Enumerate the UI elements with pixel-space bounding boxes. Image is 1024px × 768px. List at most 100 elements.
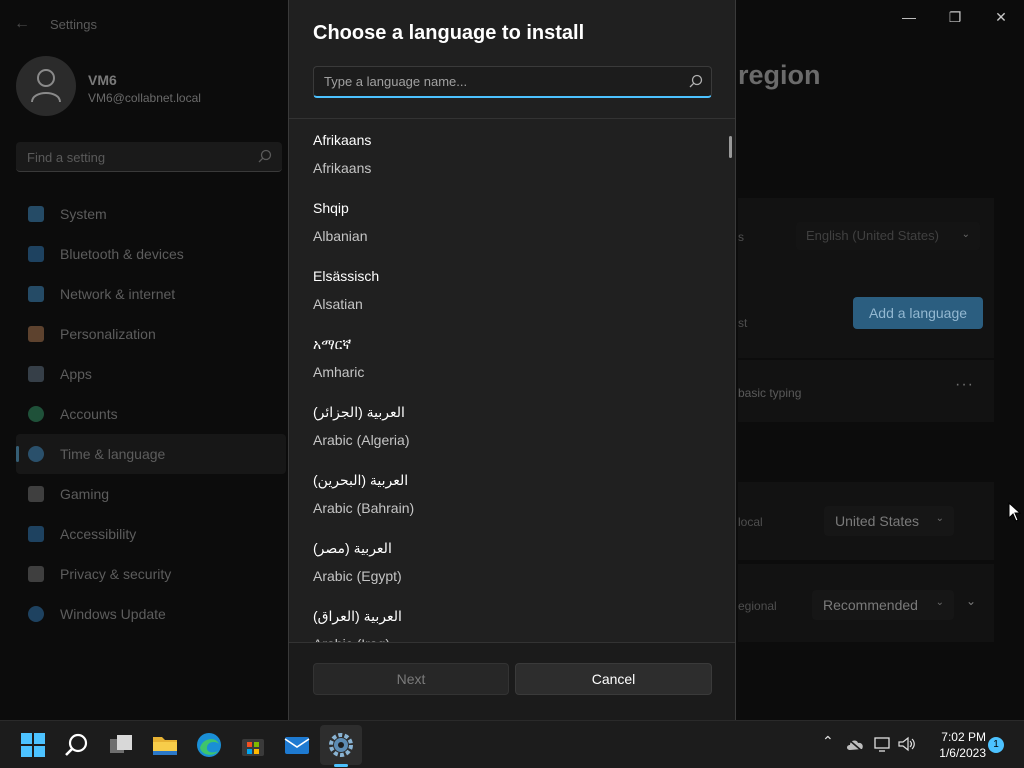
display-language-dropdown[interactable]: English (United States) ⌄	[796, 222, 980, 250]
sidebar-item-network-internet[interactable]: Network & internet	[16, 274, 286, 314]
app-title: Settings	[50, 17, 97, 32]
sidebar-item-label: Time & language	[60, 446, 166, 462]
language-english-name: Arabic (Bahrain)	[313, 500, 415, 516]
active-app-indicator	[334, 764, 348, 767]
language-english-name: Alsatian	[313, 296, 363, 312]
user-profile[interactable]: VM6 VM6@collabnet.local	[16, 56, 286, 120]
more-options-icon[interactable]: ···	[955, 376, 974, 394]
selection-indicator	[16, 446, 19, 462]
language-native-name: العربية (البحرين)	[313, 472, 409, 488]
scrollbar-thumb[interactable]	[729, 136, 732, 158]
store-icon[interactable]	[240, 732, 266, 758]
language-native-name: Afrikaans	[313, 132, 372, 148]
settings-search-placeholder: Find a setting	[27, 150, 106, 165]
language-native-name: العربية (مصر)	[313, 540, 392, 556]
language-list-item[interactable]: العربية (العراق)Arabic (Iraq)	[289, 595, 735, 642]
language-native-name: Shqip	[313, 200, 349, 216]
country-label: local	[738, 515, 763, 529]
start-icon[interactable]	[20, 732, 46, 758]
language-english-name: Albanian	[313, 228, 368, 244]
sidebar-item-windows-update[interactable]: Windows Update	[16, 594, 286, 634]
file-explorer-icon[interactable]	[152, 732, 178, 758]
sidebar-item-privacy-security[interactable]: Privacy & security	[16, 554, 286, 594]
apps-icon	[28, 366, 44, 382]
wifi-icon	[28, 286, 44, 302]
globe-clock-icon	[28, 446, 44, 462]
language-row-text: basic typing	[738, 386, 802, 400]
sidebar-item-personalization[interactable]: Personalization	[16, 314, 286, 354]
language-native-name: العربية (الجزائر)	[313, 404, 405, 420]
sidebar-item-label: Windows Update	[60, 606, 166, 622]
edge-icon[interactable]	[196, 732, 222, 758]
clock-date[interactable]: 1/6/2023	[920, 746, 986, 760]
sidebar-item-accounts[interactable]: Accounts	[16, 394, 286, 434]
language-list-item[interactable]: العربية (الجزائر) Arabic (Algeria)	[289, 391, 735, 459]
country-dropdown[interactable]: United States ⌄	[824, 506, 954, 536]
task-view-icon[interactable]	[108, 732, 134, 758]
language-list-item[interactable]: አማርኛ Amharic	[289, 323, 735, 391]
language-list-item[interactable]: Shqip Albanian	[289, 187, 735, 255]
chevron-up-icon[interactable]: ⌃	[822, 733, 834, 750]
chevron-down-icon: ⌄	[935, 597, 944, 608]
notification-badge[interactable]: 1	[988, 737, 1004, 753]
monitor-icon	[28, 206, 44, 222]
page-title: region	[738, 60, 821, 90]
sidebar-nav: System Bluetooth & devices Network & inter…	[16, 194, 286, 634]
user-name: VM6	[88, 72, 117, 88]
chevron-down-icon: ⌄	[935, 513, 944, 524]
next-button[interactable]: Next	[313, 663, 509, 695]
sidebar-item-bluetooth-devices[interactable]: Bluetooth & devices	[16, 234, 286, 274]
settings-search-input[interactable]: Find a setting	[16, 142, 282, 172]
language-list-item[interactable]: Afrikaans Afrikaans	[289, 119, 735, 187]
volume-icon[interactable]	[898, 736, 916, 752]
language-list-item[interactable]: العربية (مصر) Arabic (Egypt)	[289, 527, 735, 595]
mail-icon[interactable]	[284, 732, 310, 758]
cancel-button[interactable]: Cancel	[515, 663, 712, 695]
onedrive-icon[interactable]	[846, 738, 864, 752]
close-button[interactable]: ✕	[988, 8, 1014, 26]
regional-format-label: egional	[738, 599, 777, 613]
language-native-name: العربية (العراق)	[313, 608, 402, 624]
language-english-name: Afrikaans	[313, 160, 372, 176]
user-email: VM6@collabnet.local	[88, 91, 201, 105]
sidebar-item-time-language[interactable]: Time & language	[16, 434, 286, 474]
sidebar-item-label: Bluetooth & devices	[60, 246, 184, 262]
sidebar-item-gaming[interactable]: Gaming	[16, 474, 286, 514]
sidebar-item-label: Gaming	[60, 486, 110, 502]
search-icon[interactable]	[64, 732, 90, 758]
person-icon	[28, 406, 44, 422]
regional-format-dropdown[interactable]: Recommended ⌄	[812, 590, 954, 620]
language-english-name: Arabic (Egypt)	[313, 568, 402, 584]
language-search-input[interactable]	[313, 66, 712, 98]
sidebar-item-accessibility[interactable]: Accessibility	[16, 514, 286, 554]
sidebar-item-apps[interactable]: Apps	[16, 354, 286, 394]
gamepad-icon	[28, 486, 44, 502]
add-language-button[interactable]: Add a language	[853, 297, 983, 329]
avatar	[16, 56, 76, 116]
brush-icon	[28, 326, 44, 342]
sidebar-item-label: Accessibility	[60, 526, 137, 542]
clock-time[interactable]: 7:02 PM	[920, 730, 986, 744]
back-arrow-icon[interactable]: ←	[14, 14, 34, 34]
expand-chevron-icon[interactable]: ⌄	[966, 594, 976, 608]
dialog-title: Choose a language to install	[313, 22, 585, 44]
chevron-down-icon: ⌄	[961, 229, 970, 240]
language-list[interactable]: Afrikaans Afrikaans Shqip Albanian Elsässisc…	[289, 119, 735, 642]
language-english-name: Amharic	[313, 364, 365, 380]
sidebar-item-system[interactable]: System	[16, 194, 286, 234]
language-list-item[interactable]: العربية (البحرين) Arabic (Bahrain)	[289, 459, 735, 527]
display-language-label: s	[738, 230, 744, 244]
settings-app-icon[interactable]	[328, 732, 354, 758]
bluetooth-icon	[28, 246, 44, 262]
sidebar-item-label: Personalization	[60, 326, 156, 342]
language-list-item[interactable]: Elsässisch Alsatian	[289, 255, 735, 323]
search-icon	[689, 74, 703, 88]
preferred-languages-label: st	[738, 316, 748, 330]
sidebar-item-label: Accounts	[60, 406, 118, 422]
sidebar-item-label: Apps	[60, 366, 92, 382]
minimize-button[interactable]: —	[896, 8, 922, 26]
taskbar: ⌃ 7:02 PM 1/6/2023 1	[0, 720, 1024, 768]
network-icon[interactable]	[874, 736, 892, 752]
regional-format-value: Recommended	[823, 597, 918, 613]
restore-button[interactable]: ❐	[942, 8, 968, 26]
